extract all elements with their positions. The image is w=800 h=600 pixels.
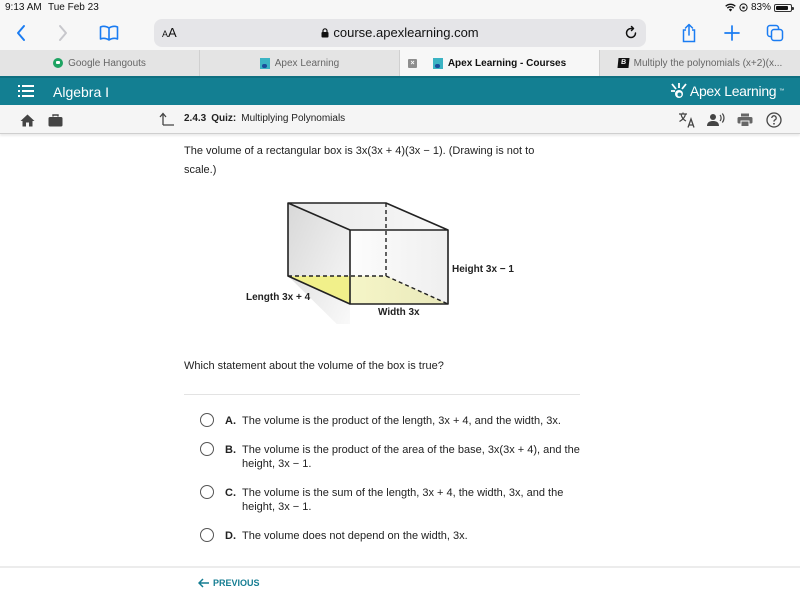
radio-button[interactable] — [200, 442, 214, 456]
height-label: Height 3x − 1 — [452, 264, 514, 275]
quiz-footer: PREVIOUS — [0, 566, 800, 600]
orientation-lock-icon — [739, 3, 748, 12]
question-stem-line1: The volume of a rectangular box is 3x(3x… — [184, 145, 535, 157]
apex-icon — [259, 57, 270, 69]
course-title: Algebra I — [53, 84, 110, 100]
answer-options: A. The volume is the product of the leng… — [200, 412, 590, 556]
bookmarks-button[interactable] — [96, 20, 122, 46]
print-button[interactable] — [736, 111, 754, 129]
radio-button[interactable] — [200, 413, 214, 427]
arrow-left-icon — [198, 578, 209, 588]
divider — [184, 394, 580, 395]
question-stem-line2: scale.) — [184, 164, 217, 176]
tab-apex-learning[interactable]: Apex Learning — [200, 50, 400, 76]
tab-multiply-polynomials[interactable]: B Multiply the polynomials (x+2)(x... — [600, 50, 800, 76]
tab-label: Apex Learning - Courses — [447, 57, 567, 69]
quiz-nav-bar: 2.4.3 Quiz: Multiplying Polynomials — [0, 105, 800, 134]
hangouts-icon — [53, 58, 64, 68]
previous-label: PREVIOUS — [213, 578, 260, 588]
option-text: The volume is the product of the length,… — [242, 415, 561, 427]
option-text: The volume is the sum of the length, 3x … — [242, 487, 564, 513]
status-date: Tue Feb 23 — [48, 2, 99, 13]
answer-option-d[interactable]: D. The volume does not depend on the wid… — [200, 527, 590, 543]
reload-icon[interactable] — [622, 24, 640, 42]
battery-level — [776, 5, 788, 10]
apex-logo-icon — [670, 83, 687, 98]
brand-name: Apex Learning — [689, 83, 777, 99]
close-tab-icon[interactable]: × — [408, 59, 417, 68]
new-tab-button[interactable] — [719, 20, 745, 46]
tab-label: Multiply the polynomials (x+2)(x... — [633, 57, 783, 69]
rectangular-box-figure — [287, 202, 449, 337]
answer-option-c[interactable]: C. The volume is the sum of the length, … — [200, 484, 590, 514]
share-button[interactable] — [676, 20, 702, 46]
answer-option-a[interactable]: A. The volume is the product of the leng… — [200, 412, 590, 428]
menu-button[interactable] — [18, 85, 34, 97]
home-button[interactable] — [18, 111, 36, 129]
quiz-content: The volume of a rectangular box is 3x(3x… — [0, 134, 800, 566]
battery-icon — [774, 3, 794, 12]
tab-label: Apex Learning — [274, 57, 340, 69]
url-text: course.apexlearning.com — [333, 25, 479, 40]
wifi-icon — [725, 3, 736, 12]
status-bar: 9:13 AM Tue Feb 23 83% — [0, 0, 800, 16]
address-bar[interactable]: AA course.apexlearning.com — [154, 19, 646, 47]
box-front-face — [350, 230, 448, 304]
battery-percent: 83% — [750, 2, 771, 13]
forward-button[interactable] — [50, 20, 76, 46]
read-aloud-button[interactable] — [707, 111, 725, 129]
option-letter: B. — [225, 444, 236, 456]
answer-option-b[interactable]: B. The volume is the product of the area… — [200, 441, 590, 471]
briefcase-icon — [48, 113, 62, 126]
translate-button[interactable] — [678, 111, 696, 129]
tabs-icon — [766, 24, 784, 42]
box-diagram: Height 3x − 1 Length 3x + 4 Width 3x — [240, 194, 540, 337]
help-button[interactable] — [765, 111, 783, 129]
activity-title: Multiplying Polynomials — [241, 113, 346, 124]
status-time: 9:13 AM — [5, 2, 42, 13]
option-text: The volume is the product of the area of… — [242, 444, 580, 470]
radio-button[interactable] — [200, 528, 214, 542]
lock-icon — [321, 28, 329, 38]
tab-overview-button[interactable] — [762, 20, 788, 46]
home-icon — [20, 114, 34, 126]
return-up-icon[interactable] — [159, 112, 175, 126]
tab-apex-learning-courses[interactable]: × Apex Learning - Courses — [400, 50, 600, 76]
lesson-number: 2.4.3 — [184, 113, 207, 124]
tab-label: Google Hangouts — [68, 57, 146, 69]
translate-icon — [679, 112, 695, 128]
chevron-right-icon — [59, 25, 67, 41]
tab-google-hangouts[interactable]: Google Hangouts — [0, 50, 200, 76]
status-indicators: 83% — [725, 2, 794, 13]
activity-type: Quiz: — [211, 113, 237, 124]
book-icon — [99, 25, 119, 41]
apex-logo: Apex Learning ™ — [670, 83, 784, 99]
app-header: Algebra I Apex Learning ™ — [0, 76, 800, 105]
question-stem: The volume of a rectangular box is 3x(3x… — [184, 142, 574, 180]
chevron-left-icon — [17, 25, 25, 41]
printer-icon — [737, 113, 753, 127]
length-label: Length 3x + 4 — [246, 292, 311, 303]
previous-button[interactable]: PREVIOUS — [198, 578, 260, 588]
breadcrumb: 2.4.3 Quiz: Multiplying Polynomials — [184, 113, 345, 124]
question-prompt: Which statement about the volume of the … — [184, 360, 444, 372]
brainly-icon: B — [617, 58, 630, 68]
browser-tabs: Google Hangouts Apex Learning × Apex Lea… — [0, 50, 800, 76]
option-letter: A. — [225, 415, 236, 427]
option-text: The volume does not depend on the width,… — [242, 530, 468, 542]
plus-icon — [724, 25, 740, 41]
apex-icon — [432, 57, 443, 69]
option-letter: D. — [225, 530, 236, 542]
text-to-speech-icon — [707, 113, 725, 126]
share-icon — [682, 23, 696, 43]
browser-toolbar: AA course.apexlearning.com — [0, 16, 800, 50]
briefcase-button[interactable] — [46, 111, 64, 129]
help-icon — [766, 112, 782, 128]
radio-button[interactable] — [200, 485, 214, 499]
url-display[interactable]: course.apexlearning.com — [154, 25, 646, 40]
back-button[interactable] — [8, 20, 34, 46]
width-label: Width 3x — [378, 307, 420, 318]
option-letter: C. — [225, 487, 236, 499]
